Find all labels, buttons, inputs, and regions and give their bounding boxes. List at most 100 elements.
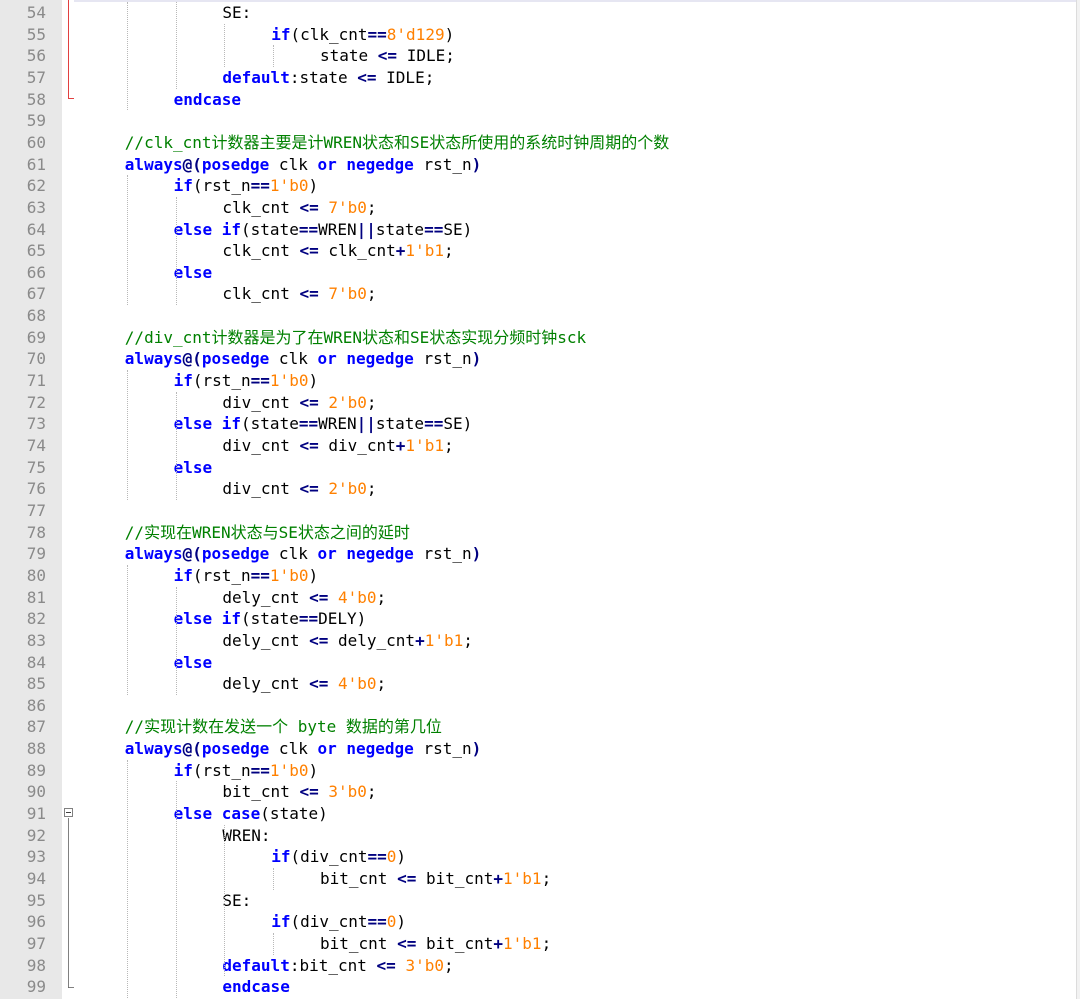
- code-token: rst_n: [413, 349, 472, 369]
- indent-guide: [126, 564, 128, 695]
- code-token: (rst_n: [192, 176, 251, 196]
- code-text: always@(posedge clk or negedge rst_n): [125, 154, 481, 176]
- code-line[interactable]: 87 //实现计数在发送一个 byte 数据的第几位: [0, 716, 1080, 738]
- code-token: <=: [299, 197, 319, 217]
- code-editor[interactable]: 54 SE: 55 if(clk_cnt==8'd129) 56 state <= IDL…: [0, 0, 1080, 1001]
- code-line[interactable]: 83 dely_cnt <= dely_cnt+1'b1;: [0, 630, 1080, 652]
- number-token: 1'b1: [503, 869, 542, 888]
- code-text: WREN:: [222, 825, 270, 847]
- code-line[interactable]: 96 if(div_cnt==0): [0, 911, 1080, 933]
- code-line[interactable]: 70 always@(posedge clk or negedge rst_n): [0, 348, 1080, 370]
- code-line[interactable]: 62 if(rst_n==1'b0): [0, 175, 1080, 197]
- code-line[interactable]: 98 default:bit_cnt <= 3'b0;: [0, 955, 1080, 977]
- code-line[interactable]: 75 else: [0, 457, 1080, 479]
- keyword-token: negedge: [346, 544, 414, 564]
- code-token: bit_cnt: [416, 933, 494, 953]
- code-line[interactable]: 88 always@(posedge clk or negedge rst_n): [0, 738, 1080, 760]
- code-line[interactable]: 81 dely_cnt <= 4'b0;: [0, 587, 1080, 609]
- code-token: dely_cnt: [222, 630, 310, 650]
- code-text: bit_cnt <= bit_cnt+1'b1;: [320, 868, 551, 890]
- code-line[interactable]: 79 always@(posedge clk or negedge rst_n): [0, 543, 1080, 565]
- code-line[interactable]: 80 if(rst_n==1'b0): [0, 565, 1080, 587]
- number-token: 1'b1: [424, 630, 464, 650]
- code-line[interactable]: 86: [0, 695, 1080, 717]
- code-line[interactable]: 84 else: [0, 652, 1080, 674]
- code-line[interactable]: 68: [0, 305, 1080, 327]
- code-text: endcase: [222, 976, 289, 998]
- line-number: 54: [26, 3, 46, 22]
- code-line[interactable]: 77: [0, 500, 1080, 522]
- code-token: <=: [299, 782, 319, 802]
- code-line[interactable]: 93 if(div_cnt==0): [0, 846, 1080, 868]
- keyword-token: else: [173, 609, 213, 629]
- code-text: always@(posedge clk or negedge rst_n): [125, 348, 481, 370]
- code-line[interactable]: 97 bit_cnt <= bit_cnt+1'b1;: [0, 933, 1080, 955]
- code-line[interactable]: 58 endcase: [0, 89, 1080, 111]
- number-token: 0: [386, 912, 397, 932]
- code-line[interactable]: 54 SE:: [0, 2, 1080, 24]
- code-line[interactable]: 65 clk_cnt <= clk_cnt+1'b1;: [0, 240, 1080, 262]
- keyword-token: if: [271, 912, 291, 932]
- code-token: bit_cnt: [320, 869, 398, 888]
- code-line[interactable]: 66 else: [0, 262, 1080, 284]
- code-line[interactable]: 64 else if(state==WREN||state==SE): [0, 219, 1080, 241]
- code-line[interactable]: 95 SE:: [0, 890, 1080, 912]
- code-line[interactable]: 72 div_cnt <= 2'b0;: [0, 392, 1080, 414]
- line-number: 66: [26, 262, 46, 282]
- code-token: ==: [424, 414, 444, 434]
- line-number: 65: [26, 241, 46, 261]
- line-number: 76: [26, 479, 46, 499]
- code-line[interactable]: 82 else if(state==DELY): [0, 608, 1080, 630]
- line-number: 79: [26, 544, 46, 564]
- code-token: +: [395, 241, 406, 261]
- code-token: ;: [376, 587, 387, 607]
- number-token: 1'b0: [269, 176, 309, 196]
- code-token: ): [471, 544, 482, 564]
- code-token: bit_cnt: [416, 869, 494, 888]
- code-line[interactable]: 73 else if(state==WREN||state==SE): [0, 413, 1080, 435]
- code-text: //clk_cnt计数器主要是计WREN状态和SE状态所使用的系统时钟周期的个数: [125, 132, 670, 154]
- number-token: 7'b0: [328, 197, 367, 217]
- keyword-token: or: [317, 154, 337, 174]
- code-line[interactable]: 57 default:state <= IDLE;: [0, 67, 1080, 89]
- code-line[interactable]: 71 if(rst_n==1'b0): [0, 370, 1080, 392]
- code-line[interactable]: 91 else case(state): [0, 803, 1080, 825]
- code-line[interactable]: 85 dely_cnt <= 4'b0;: [0, 673, 1080, 695]
- code-line[interactable]: 89 if(rst_n==1'b0): [0, 760, 1080, 782]
- code-line[interactable]: 63 clk_cnt <= 7'b0;: [0, 197, 1080, 219]
- line-number: 89: [26, 760, 46, 780]
- code-token: ): [471, 349, 482, 369]
- code-line[interactable]: 90 bit_cnt <= 3'b0;: [0, 781, 1080, 803]
- code-line[interactable]: 76 div_cnt <= 2'b0;: [0, 478, 1080, 500]
- comment-token: //div_cnt计数器是为了在WREN状态和SE状态实现分频时钟sck: [124, 327, 587, 347]
- code-token: ;: [366, 782, 377, 802]
- code-token: clk_cnt: [222, 284, 300, 304]
- code-line[interactable]: 69 //div_cnt计数器是为了在WREN状态和SE状态实现分频时钟sck: [0, 327, 1080, 349]
- code-text: SE:: [222, 2, 251, 24]
- line-number: 84: [26, 652, 46, 672]
- code-line[interactable]: 92 WREN:: [0, 825, 1080, 847]
- line-number: 83: [26, 630, 46, 650]
- code-token: (state): [260, 804, 328, 824]
- code-line[interactable]: 56 state <= IDLE;: [0, 45, 1080, 67]
- code-line[interactable]: 61 always@(posedge clk or negedge rst_n): [0, 154, 1080, 176]
- code-line[interactable]: 94 bit_cnt <= bit_cnt+1'b1;: [0, 868, 1080, 890]
- code-line[interactable]: 74 div_cnt <= div_cnt+1'b1;: [0, 435, 1080, 457]
- code-line[interactable]: 55 if(clk_cnt==8'd129): [0, 24, 1080, 46]
- code-line[interactable]: 60 //clk_cnt计数器主要是计WREN状态和SE状态所使用的系统时钟周期的…: [0, 132, 1080, 154]
- line-number: 93: [26, 847, 46, 867]
- code-line[interactable]: 67 clk_cnt <= 7'b0;: [0, 283, 1080, 305]
- code-token: SE:: [222, 890, 252, 910]
- line-number: 96: [26, 912, 46, 932]
- line-number: 99: [26, 977, 46, 997]
- code-line[interactable]: 99 endcase: [0, 976, 1080, 998]
- code-line[interactable]: 59: [0, 110, 1080, 132]
- vertical-scrollbar[interactable]: [1076, 0, 1080, 999]
- code-token: @(: [182, 349, 202, 369]
- code-token: clk: [269, 349, 318, 369]
- code-text: if(clk_cnt==8'd129): [271, 24, 454, 46]
- code-line[interactable]: 78 //实现在WREN状态与SE状态之间的延时: [0, 522, 1080, 544]
